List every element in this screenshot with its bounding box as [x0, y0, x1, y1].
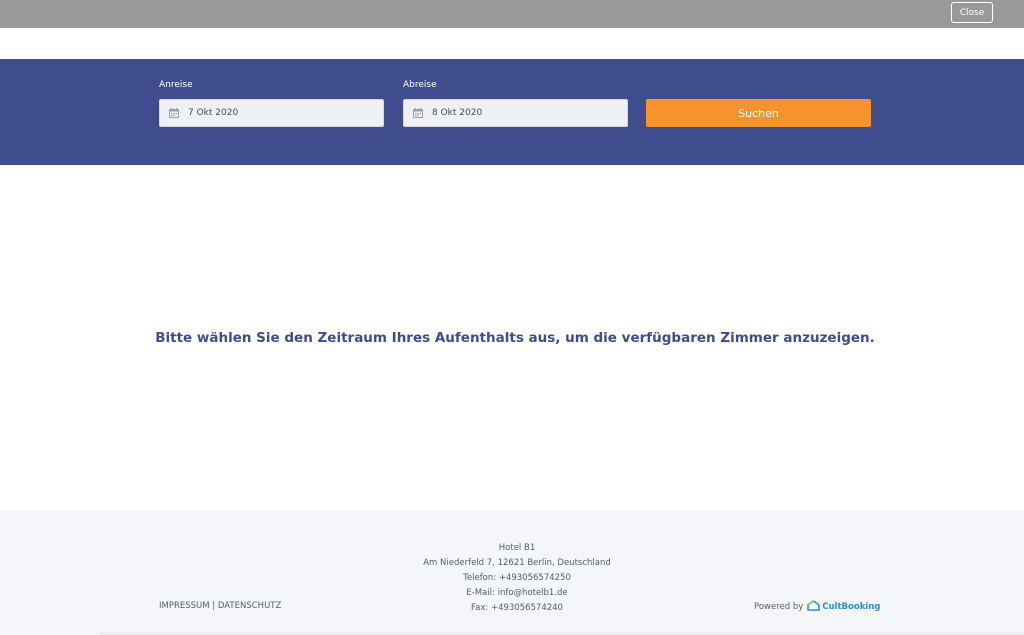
departure-label: Abreise [403, 80, 437, 90]
powered-by: Powered by CultBooking [754, 600, 880, 614]
search-button[interactable]: Suchen [646, 99, 871, 127]
departure-date-value: 8 Okt 2020 [432, 108, 483, 118]
arrival-date-input[interactable]: 7 Okt 2020 [159, 99, 384, 127]
header-spacer [0, 28, 1024, 59]
powered-by-label: Powered by [754, 602, 804, 612]
bottom-shadow [100, 631, 1024, 635]
arrival-label: Anreise [159, 80, 193, 90]
hotel-email: E-Mail: info@hotelb1.de [466, 588, 568, 598]
datenschutz-link[interactable]: DATENSCHUTZ [218, 601, 281, 611]
hotel-name: Hotel B1 [498, 543, 536, 553]
cultbooking-link[interactable]: CultBooking [807, 600, 880, 614]
availability-message: Bitte wählen Sie den Zeitraum Ihres Aufe… [155, 330, 875, 346]
top-bar: Close [0, 0, 1024, 28]
arrival-date-value: 7 Okt 2020 [188, 108, 239, 118]
impressum-link[interactable]: IMPRESSUM [159, 601, 210, 611]
link-separator: | [212, 601, 216, 611]
calendar-icon [413, 108, 423, 118]
close-button[interactable]: Close [951, 2, 993, 23]
cultbooking-logo-icon [807, 600, 821, 614]
hotel-phone: Telefon: +493056574250 [463, 573, 571, 583]
departure-date-input[interactable]: 8 Okt 2020 [403, 99, 628, 127]
hotel-address: Am Niederfeld 7, 12621 Berlin, Deutschla… [423, 558, 611, 568]
cultbooking-brand: CultBooking [822, 602, 881, 612]
legal-links: IMPRESSUM | DATENSCHUTZ [159, 601, 281, 611]
calendar-icon [169, 108, 179, 118]
